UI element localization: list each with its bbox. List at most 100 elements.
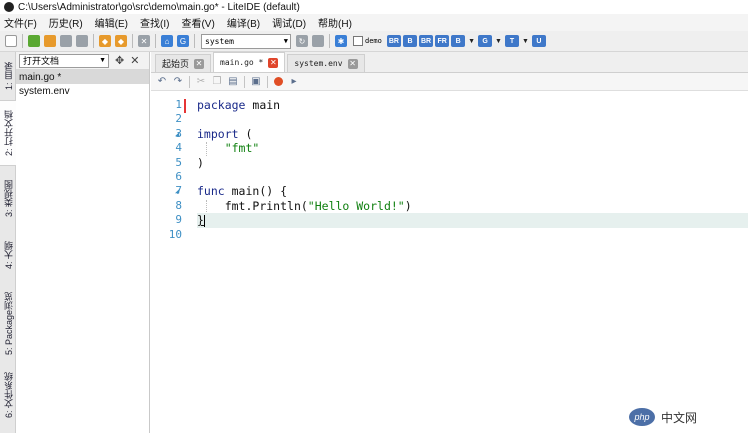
window-title: C:\Users\Administrator\go\src\demo\main.… [18,1,300,13]
code-text: ) [197,155,204,170]
file-run-button[interactable]: FR [435,35,450,47]
list-item[interactable]: system.env [16,84,149,98]
open-file-icon[interactable] [28,35,40,47]
build-run-alt-button[interactable]: BR [418,35,434,47]
menu-edit[interactable]: 编辑(E) [95,15,128,30]
chevron-down-icon[interactable]: ▼ [522,38,529,45]
fold-arrow-icon[interactable]: ◢ [175,184,182,198]
side-tab-label: 5: Package浏览 [3,292,14,356]
forward-icon[interactable]: ◆ [115,35,127,47]
record-icon[interactable] [274,77,283,86]
close-icon[interactable]: ✕ [268,57,279,68]
close-icon[interactable]: ✕ [194,58,205,69]
string-literal: "fmt" [224,141,260,156]
menu-find[interactable]: 查找(I) [140,15,169,30]
line-number: 2 [175,112,182,126]
text-cursor [203,214,205,227]
menu-build[interactable]: 编译(B) [227,15,260,30]
menu-history[interactable]: 历史(R) [49,15,83,30]
go-icon[interactable]: G [177,35,189,47]
side-tab-class-view[interactable]: 3: 类视图 [0,170,16,228]
code-line: "fmt" [197,141,748,155]
code-text: ) [404,198,412,213]
side-tab-open-documents[interactable]: 2: 打开文档 [0,100,16,166]
side-tab-label: 2: 打开文档 [3,109,14,156]
line-number: 6 [175,170,182,183]
back-icon[interactable]: ◆ [99,35,111,47]
code-line: package main [197,98,748,112]
main-toolbar: ◆ ◆ ✕ ⌂ G system ▼ ↻ ✱ demo BR B BR FR B… [0,31,748,52]
lock-icon[interactable]: ▣ [250,76,262,88]
code-editor[interactable]: 1 2 3 4 5 6 7 8 9 10 ◢ ◢ package main im… [151,96,748,433]
build-button[interactable]: B [402,35,417,47]
chevron-down-icon: ▼ [99,57,106,64]
side-tab-outline[interactable]: 4: 大纲 [0,232,16,278]
get-button[interactable]: G [478,35,493,47]
toolbar-separator [194,34,195,48]
chevron-down-icon: ▼ [283,37,288,45]
redo-icon[interactable]: ↷ [172,76,184,88]
code-text: main() { [224,184,288,199]
update-button[interactable]: U [531,35,546,47]
panel-view-select[interactable]: 打开文档 ▼ [19,53,109,68]
side-tab-package-browser[interactable]: 5: Package浏览 [0,282,16,366]
toolbar-separator [93,34,94,48]
code-text: } [197,213,204,228]
menu-debug[interactable]: 调试(D) [272,15,306,30]
close-icon[interactable]: ✕ [347,58,358,69]
chevron-down-icon[interactable]: ▼ [495,38,502,45]
side-tab-label: 1: 目录 [3,61,14,90]
environment-select[interactable]: system ▼ [201,33,291,49]
menu-file[interactable]: 文件(F) [4,15,37,30]
test-button[interactable]: T [504,35,519,47]
split-icon[interactable]: ✥ [115,54,124,67]
build-menu-button[interactable]: B [451,35,466,47]
save-all-icon[interactable] [76,35,88,47]
code-line: fmt.Println("Hello World!") [197,199,748,213]
copy-icon[interactable]: ❐ [211,76,223,88]
new-file-icon[interactable] [5,35,17,47]
home-icon[interactable]: ⌂ [161,35,173,47]
build-run-button[interactable]: BR [386,35,401,47]
edit-env-icon[interactable] [312,35,324,47]
line-number-gutter: 1 2 3 4 5 6 7 8 9 10 ◢ ◢ [151,96,197,433]
close-icon[interactable]: ✕ [130,54,139,67]
current-code-line: } [197,213,748,228]
demo-checkbox[interactable] [353,36,363,46]
code-line: ) [197,156,748,170]
tab-system-env[interactable]: system.env ✕ [287,54,365,72]
cut-icon[interactable]: ✂ [195,76,207,88]
code-line: import ( [197,127,748,141]
side-tab-label: 3: 类视图 [3,180,14,218]
toolbar-separator [267,75,268,88]
side-tab-directory[interactable]: 1: 目录 [0,56,16,96]
side-tab-file-system[interactable]: 6: 文件系统 [0,362,16,428]
paste-icon[interactable]: ▤ [227,76,239,88]
line-number: 10 [168,227,182,241]
menu-help[interactable]: 帮助(H) [318,15,352,30]
panel-view-select-value: 打开文档 [23,56,60,66]
fold-arrow-icon[interactable]: ◢ [175,127,182,141]
play-macro-icon[interactable]: ▸ [288,76,300,88]
tools-icon[interactable]: ✕ [138,35,150,47]
line-number: 9 [175,213,182,227]
line-number: 8 [175,198,182,212]
toolbar-separator [132,34,133,48]
line-number: 4 [175,141,182,155]
refresh-icon[interactable]: ↻ [296,35,308,47]
open-documents-panel: 打开文档 ▼ ✥ ✕ main.go * system.env [16,52,150,433]
list-item[interactable]: main.go * [16,70,149,84]
menu-view[interactable]: 查看(V) [181,15,214,30]
code-line: func main() { [197,184,748,198]
tab-main-go[interactable]: main.go * ✕ [213,52,286,72]
settings-gear-icon[interactable]: ✱ [335,35,347,47]
chevron-down-icon[interactable]: ▼ [468,38,475,45]
toolbar-separator [244,75,245,88]
open-folder-icon[interactable] [44,35,56,47]
tab-start-page[interactable]: 起始页 ✕ [155,54,212,72]
code-text: ( [238,126,253,141]
undo-icon[interactable]: ↶ [156,76,168,88]
save-icon[interactable] [60,35,72,47]
